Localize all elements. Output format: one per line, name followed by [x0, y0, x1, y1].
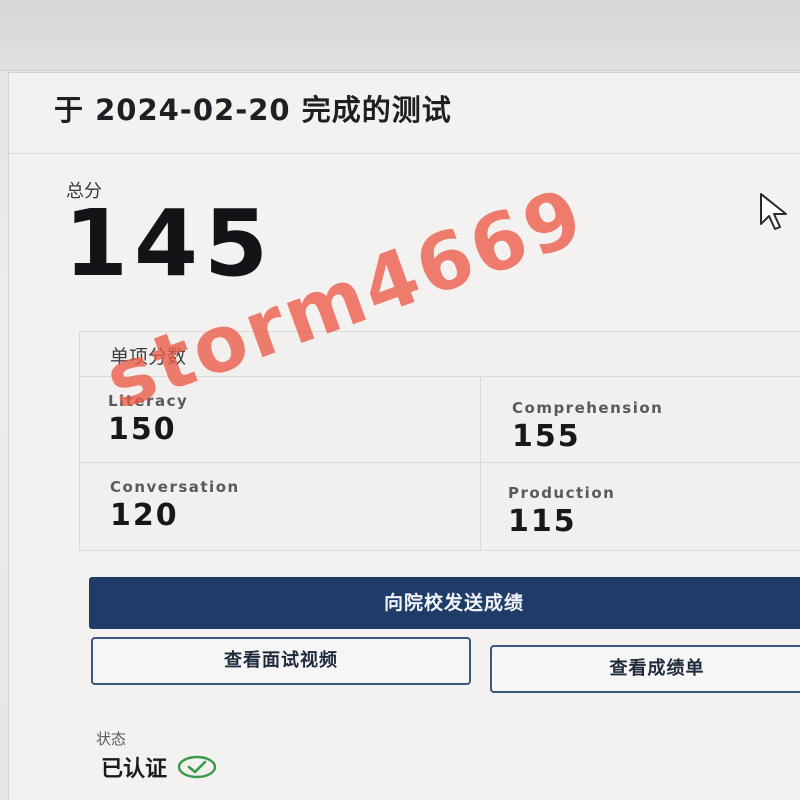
check-circle-icon: [177, 755, 217, 779]
subscores-divider: [480, 376, 481, 550]
score-label: Production: [508, 484, 616, 502]
screen: 于 2024-02-20 完成的测试 总分 145 单项分数 Literacy …: [0, 0, 800, 800]
view-interview-video-button[interactable]: 查看面试视频: [91, 637, 471, 685]
score-value: 155: [512, 419, 581, 454]
score-label: Conversation: [110, 478, 240, 496]
score-comprehension: Comprehension 155: [512, 399, 663, 454]
score-value: 115: [508, 504, 577, 539]
results-card: 于 2024-02-20 完成的测试 总分 145 单项分数 Literacy …: [8, 72, 800, 800]
subscores-panel: 单项分数 Literacy 150 Comprehension 155 Conv…: [79, 331, 800, 551]
page-title: 于 2024-02-20 完成的测试: [54, 93, 452, 127]
score-value: 150: [108, 412, 177, 447]
status-row: 已认证: [101, 751, 217, 783]
send-scores-button[interactable]: 向院校发送成绩: [89, 577, 800, 629]
mouse-cursor-icon: [760, 193, 787, 230]
status-label: 状态: [96, 730, 127, 748]
score-literacy: Literacy 150: [108, 392, 188, 447]
score-label: Comprehension: [512, 399, 664, 417]
score-label: Literacy: [108, 392, 189, 410]
total-score-value: 145: [64, 190, 275, 297]
score-value: 120: [110, 498, 179, 533]
status-value: 已认证: [101, 757, 168, 782]
score-production: Production 115: [508, 484, 615, 539]
card-header: 于 2024-02-20 完成的测试: [9, 73, 800, 154]
subscores-divider: [80, 376, 800, 377]
subscores-divider: [80, 462, 800, 463]
subscores-title: 单项分数: [110, 346, 187, 368]
view-transcript-button[interactable]: 查看成绩单: [490, 645, 800, 693]
top-bar: [0, 0, 800, 71]
score-conversation: Conversation 120: [110, 478, 240, 533]
